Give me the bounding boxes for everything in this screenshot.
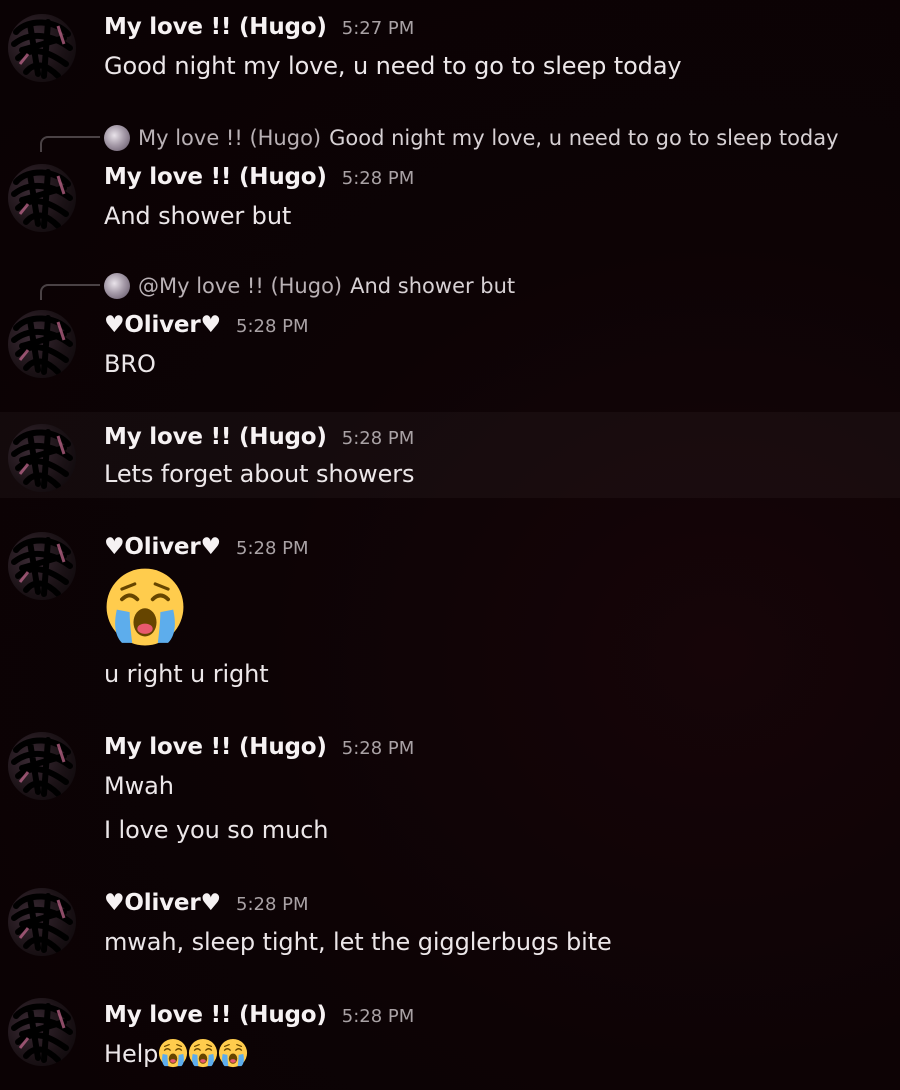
avatar[interactable]	[8, 732, 76, 800]
author-name[interactable]: My love !! (Hugo)	[104, 424, 327, 450]
message-item[interactable]: My love !! (Hugo) Good night my love, u …	[0, 120, 900, 270]
timestamp: 5:28 PM	[341, 1006, 415, 1027]
timestamp: 5:28 PM	[236, 538, 309, 559]
avatar[interactable]	[8, 164, 76, 232]
message-item[interactable]: ♥Oliver♥ 5:28 PM u right u right	[0, 520, 900, 710]
loudly-crying-face-icon[interactable]	[104, 566, 186, 648]
timestamp: 5:28 PM	[341, 428, 415, 449]
timestamp: 5:28 PM	[341, 738, 415, 759]
author-name[interactable]: ♥Oliver♥	[104, 890, 221, 916]
loudly-crying-face-icon[interactable]	[188, 1038, 218, 1068]
message-item[interactable]: @My love !! (Hugo) And shower but ♥Olive…	[0, 268, 900, 412]
loudly-crying-face-icon[interactable]	[218, 1038, 248, 1068]
timestamp: 5:27 PM	[341, 18, 415, 39]
reply-preview[interactable]: @My love !! (Hugo) And shower but	[104, 272, 515, 300]
author-name[interactable]: My love !! (Hugo)	[104, 1002, 327, 1028]
avatar[interactable]	[8, 998, 76, 1066]
author-name[interactable]: My love !! (Hugo)	[104, 14, 327, 40]
message-text: And shower but	[104, 202, 292, 230]
message-text: I love you so much	[104, 816, 329, 844]
reply-text: Good night my love, u need to go to slee…	[329, 126, 839, 150]
message-item[interactable]: My love !! (Hugo) 5:27 PM Good night my …	[0, 0, 900, 120]
message-text: Good night my love, u need to go to slee…	[104, 52, 682, 80]
message-item[interactable]: ♥Oliver♥ 5:28 PM mwah, sleep tight, let …	[0, 876, 900, 976]
author-name[interactable]: My love !! (Hugo)	[104, 164, 327, 190]
reply-avatar	[104, 125, 130, 151]
author-name[interactable]: ♥Oliver♥	[104, 312, 221, 338]
message-text-content: Help	[104, 1040, 159, 1068]
avatar[interactable]	[8, 424, 76, 492]
message-text: u right u right	[104, 660, 269, 688]
reply-spine	[40, 284, 100, 300]
avatar[interactable]	[8, 532, 76, 600]
loudly-crying-face-icon[interactable]	[158, 1038, 188, 1068]
timestamp: 5:28 PM	[236, 316, 309, 337]
message-item[interactable]: My love !! (Hugo) 5:28 PM Mwah I love yo…	[0, 720, 900, 860]
reply-preview[interactable]: My love !! (Hugo) Good night my love, u …	[104, 124, 839, 152]
author-name[interactable]: My love !! (Hugo)	[104, 734, 327, 760]
reply-text: And shower but	[350, 274, 516, 298]
message-text: Mwah	[104, 772, 174, 800]
chat-message-list: My love !! (Hugo) 5:27 PM Good night my …	[0, 0, 900, 1090]
message-text: Help	[104, 1038, 248, 1068]
timestamp: 5:28 PM	[341, 168, 415, 189]
avatar[interactable]	[8, 888, 76, 956]
message-item[interactable]: My love !! (Hugo) 5:28 PM Lets forget ab…	[0, 412, 900, 498]
message-text: Lets forget about showers	[104, 460, 415, 488]
reply-spine	[40, 136, 100, 152]
message-text: BRO	[104, 350, 156, 378]
reply-author: @My love !! (Hugo)	[138, 274, 343, 298]
message-text: mwah, sleep tight, let the gigglerbugs b…	[104, 928, 612, 956]
reply-avatar	[104, 273, 130, 299]
message-item[interactable]: My love !! (Hugo) 5:28 PM Help	[0, 986, 900, 1086]
reply-author: My love !! (Hugo)	[138, 126, 322, 150]
avatar[interactable]	[8, 14, 76, 82]
avatar[interactable]	[8, 310, 76, 378]
author-name[interactable]: ♥Oliver♥	[104, 534, 221, 560]
timestamp: 5:28 PM	[236, 894, 309, 915]
